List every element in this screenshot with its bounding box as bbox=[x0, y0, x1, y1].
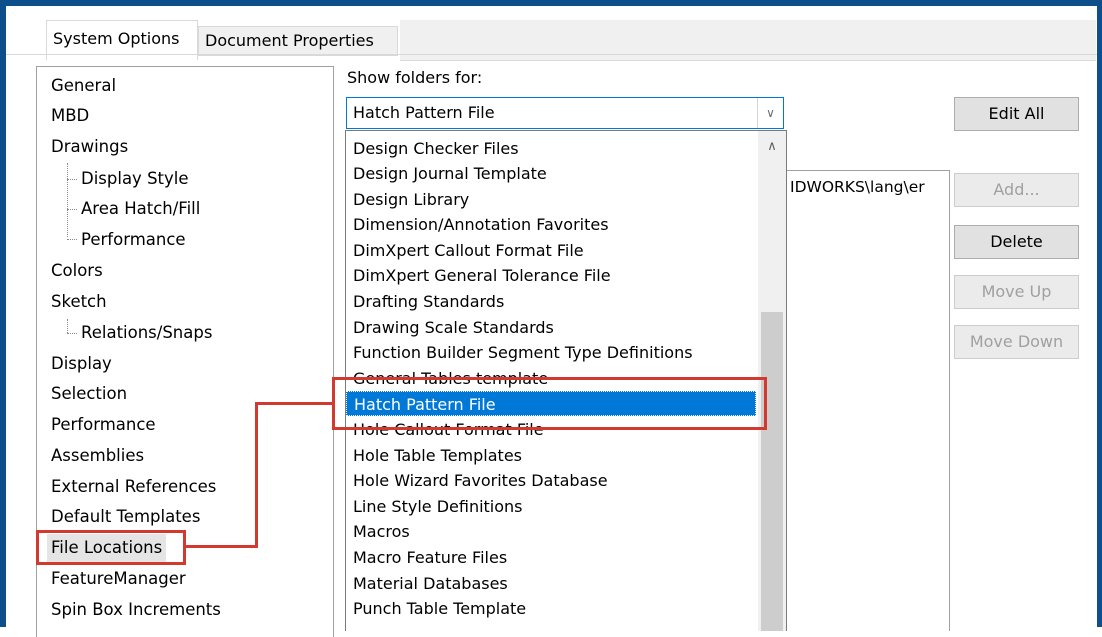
tab-document-properties[interactable]: Document Properties bbox=[198, 26, 398, 56]
tree-item-assemblies[interactable]: Assemblies bbox=[51, 442, 144, 470]
folder-path[interactable]: IDWORKS\lang\er bbox=[790, 178, 925, 196]
dropdown-option[interactable]: Design Checker Files bbox=[346, 136, 756, 161]
folder-list[interactable] bbox=[776, 170, 950, 631]
tree-item-drawings-performance[interactable]: Performance bbox=[81, 226, 186, 254]
tree-item-selection[interactable]: Selection bbox=[51, 380, 127, 408]
show-folders-label: Show folders for: bbox=[347, 68, 483, 87]
dropdown-option[interactable]: Dimension/Annotation Favorites bbox=[346, 212, 756, 237]
tree-item-colors[interactable]: Colors bbox=[51, 257, 103, 285]
dropdown-option[interactable]: Punch Table Template bbox=[346, 596, 756, 621]
tree-item-performance[interactable]: Performance bbox=[51, 411, 156, 439]
tree-item-spin-box-increments[interactable]: Spin Box Increments bbox=[51, 596, 221, 624]
dropdown-option[interactable]: Drawing Scale Standards bbox=[346, 315, 756, 340]
tree-connector bbox=[67, 209, 77, 210]
dropdown-option[interactable]: DimXpert General Tolerance File bbox=[346, 263, 756, 288]
scrollbar-thumb[interactable] bbox=[761, 312, 783, 631]
tree-connector bbox=[67, 319, 68, 333]
move-up-button[interactable]: Move Up bbox=[954, 275, 1079, 309]
chevron-up-icon[interactable]: ∧ bbox=[758, 139, 786, 154]
tree-item-drawings[interactable]: Drawings bbox=[51, 133, 128, 161]
tree-item-featuremanager[interactable]: FeatureManager bbox=[51, 565, 186, 593]
dropdown-option[interactable]: Macros bbox=[346, 519, 756, 544]
edit-all-button[interactable]: Edit All bbox=[954, 97, 1079, 131]
tree-item-external-references[interactable]: External References bbox=[51, 473, 216, 501]
dropdown-option[interactable]: Line Style Definitions bbox=[346, 494, 756, 519]
dropdown-option[interactable]: DimXpert Callout Format File bbox=[346, 238, 756, 263]
dropdown-option[interactable]: Function Builder Segment Type Definition… bbox=[346, 340, 756, 365]
dropdown-option[interactable]: Drafting Standards bbox=[346, 289, 756, 314]
dropdown-option[interactable]: Hole Table Templates bbox=[346, 443, 756, 468]
dropdown-option[interactable]: Design Library bbox=[346, 187, 756, 212]
tree-item-default-templates[interactable]: Default Templates bbox=[51, 503, 200, 531]
dropdown-option[interactable]: Hole Wizard Favorites Database bbox=[346, 468, 756, 493]
callout-file-locations bbox=[36, 530, 186, 565]
tree-item-display-style[interactable]: Display Style bbox=[81, 165, 189, 193]
tab-strip: System Options Document Properties bbox=[6, 6, 1097, 61]
tree-connector bbox=[67, 239, 77, 240]
move-down-button[interactable]: Move Down bbox=[954, 325, 1079, 359]
callout-hatch-pattern bbox=[332, 377, 767, 430]
tree-item-general[interactable]: General bbox=[51, 72, 116, 100]
tree-connector bbox=[67, 163, 68, 237]
tree-connector bbox=[67, 179, 77, 180]
callout-connector bbox=[186, 545, 258, 548]
window-frame-right bbox=[1097, 0, 1102, 627]
tree-item-display[interactable]: Display bbox=[51, 350, 112, 378]
tree-connector bbox=[67, 333, 77, 334]
add-button[interactable]: Add... bbox=[954, 173, 1079, 207]
dropdown-option[interactable]: Design Journal Template bbox=[346, 161, 756, 186]
delete-button[interactable]: Delete bbox=[954, 225, 1079, 259]
panel-divider bbox=[6, 54, 1097, 55]
dropdown-option[interactable]: Material Databases bbox=[346, 571, 756, 596]
tree-item-mbd[interactable]: MBD bbox=[51, 102, 89, 130]
callout-connector bbox=[255, 402, 332, 405]
tree-item-relations-snaps[interactable]: Relations/Snaps bbox=[81, 319, 212, 347]
window-frame-left bbox=[0, 0, 6, 627]
chevron-down-icon[interactable]: ∨ bbox=[757, 98, 783, 128]
show-folders-combo[interactable]: Hatch Pattern File ∨ bbox=[346, 97, 784, 129]
callout-connector bbox=[255, 402, 258, 548]
tree-item-area-hatch-fill[interactable]: Area Hatch/Fill bbox=[81, 195, 200, 223]
tree-item-sketch[interactable]: Sketch bbox=[51, 288, 107, 316]
dropdown-option[interactable]: Macro Feature Files bbox=[346, 545, 756, 570]
show-folders-value: Hatch Pattern File bbox=[353, 103, 495, 122]
